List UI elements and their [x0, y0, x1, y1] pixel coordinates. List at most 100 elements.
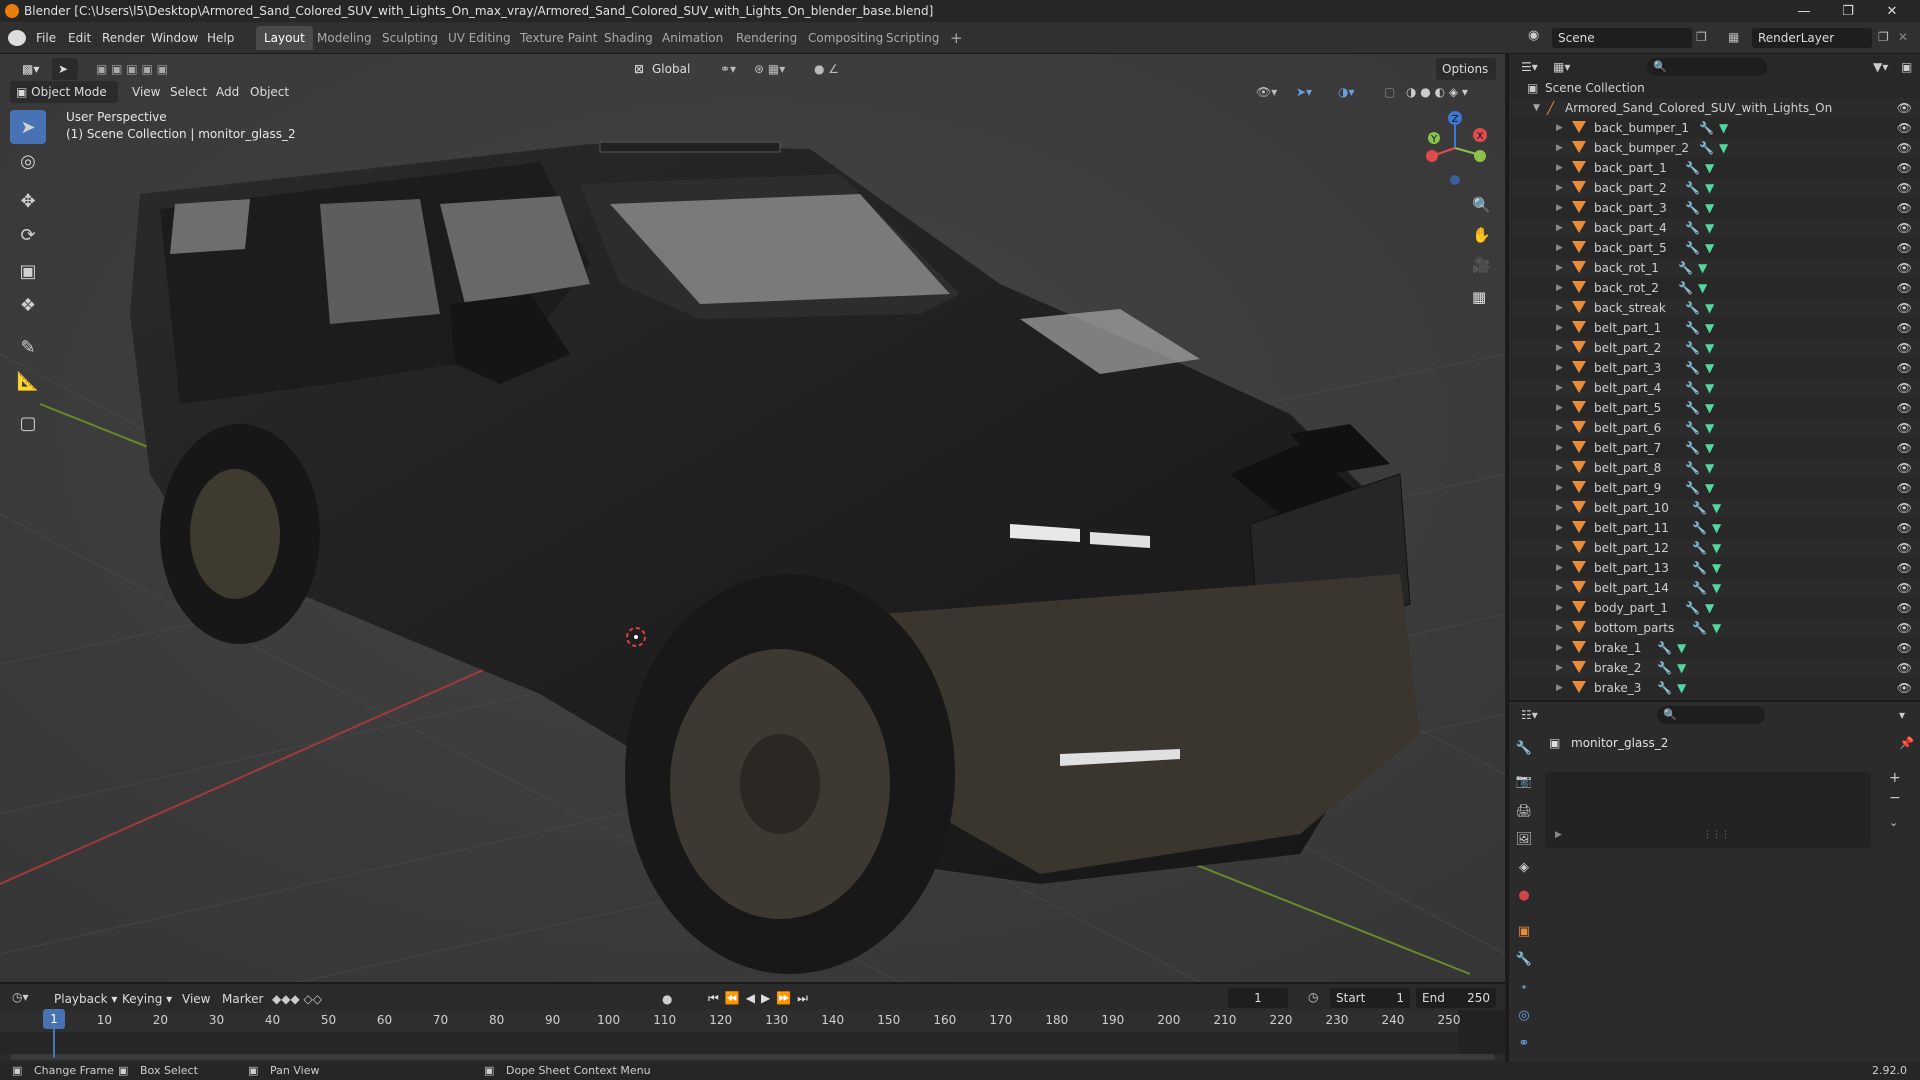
display-mode-icon[interactable]: ▦▾ [1553, 60, 1570, 74]
expand-arrow-icon[interactable]: ▶ [1556, 378, 1563, 398]
modifier-icon[interactable]: 🔧 [1685, 418, 1700, 438]
outliner-row-back-part-5[interactable]: ▶ back_part_5 🔧 ▼ 👁 [1509, 238, 1920, 258]
timeline-menu-keying[interactable]: Keying ▾ [116, 988, 178, 1010]
modifier-icon[interactable]: 🔧 [1685, 358, 1700, 378]
outliner-row-belt-part-3[interactable]: ▶ belt_part_3 🔧 ▼ 👁 [1509, 358, 1920, 378]
add-workspace-icon[interactable]: + [942, 26, 971, 50]
modifier-icon[interactable]: 🔧 [1692, 558, 1707, 578]
cursor-tool-icon[interactable]: ◎ [10, 144, 46, 178]
expand-arrow-icon[interactable]: ▶ [1556, 198, 1563, 218]
visibility-eye-icon[interactable]: 👁 [1897, 658, 1912, 678]
remove-slot-icon[interactable]: − [1889, 790, 1901, 806]
properties-search-input[interactable]: 🔍 [1657, 706, 1765, 724]
visibility-eye-icon[interactable]: 👁 [1897, 198, 1912, 218]
outliner-row-belt-part-2[interactable]: ▶ belt_part_2 🔧 ▼ 👁 [1509, 338, 1920, 358]
visibility-eye-icon[interactable]: 👁 [1897, 578, 1912, 598]
mesh-data-icon[interactable]: ▼ [1705, 598, 1714, 618]
expand-arrow-icon[interactable]: ▶ [1556, 658, 1563, 678]
expand-arrow-icon[interactable]: ▶ [1556, 238, 1563, 258]
remove-layer-icon[interactable]: ✕ [1898, 30, 1908, 44]
camera-view-icon[interactable]: 🎥 [1472, 256, 1491, 274]
expand-arrow-icon[interactable]: ▶ [1556, 278, 1563, 298]
mode-dropdown[interactable]: ▣ Object Mode ▾ [10, 81, 118, 121]
mesh-data-icon[interactable]: ▼ [1705, 398, 1714, 418]
outliner-row-belt-part-9[interactable]: ▶ belt_part_9 🔧 ▼ 👁 [1509, 478, 1920, 498]
mesh-data-icon[interactable]: ▼ [1705, 298, 1714, 318]
mesh-data-icon[interactable]: ▼ [1712, 618, 1721, 638]
visibility-eye-icon[interactable]: 👁 [1897, 458, 1912, 478]
select-tool-icon[interactable]: ➤ [52, 58, 78, 80]
modifier-icon[interactable]: 🔧 [1692, 538, 1707, 558]
outliner-row-belt-part-6[interactable]: ▶ belt_part_6 🔧 ▼ 👁 [1509, 418, 1920, 438]
outliner-row-brake-3[interactable]: ▶ brake_3 🔧 ▼ 👁 [1509, 678, 1920, 698]
tab-scripting[interactable]: Scripting [878, 26, 947, 50]
end-frame-field[interactable]: End 250 [1416, 988, 1496, 1008]
expand-arrow-icon[interactable]: ▶ [1556, 438, 1563, 458]
mesh-data-icon[interactable]: ▼ [1677, 678, 1686, 698]
mesh-data-icon[interactable]: ▼ [1677, 658, 1686, 678]
modifier-icon[interactable]: 🔧 [1692, 618, 1707, 638]
expand-arrow-icon[interactable]: ▶ [1556, 678, 1563, 698]
visibility-eye-icon[interactable]: 👁 [1897, 278, 1912, 298]
visibility-eye-icon[interactable]: 👁 [1897, 478, 1912, 498]
expand-arrow-icon[interactable]: ▶ [1556, 638, 1563, 658]
modifier-icon[interactable]: 🔧 [1685, 318, 1700, 338]
outliner-row-belt-part-1[interactable]: ▶ belt_part_1 🔧 ▼ 👁 [1509, 318, 1920, 338]
render-layer-icon[interactable]: ▦ [1728, 30, 1739, 44]
expand-arrow-icon[interactable]: ▶ [1556, 618, 1563, 638]
annotate-tool-icon[interactable]: ✎ [10, 330, 46, 364]
timeline-menu-marker[interactable]: Marker [216, 988, 269, 1010]
tab-uv-editing[interactable]: UV Editing [440, 26, 519, 50]
outliner-row-belt-part-10[interactable]: ▶ belt_part_10 🔧 ▼ 👁 [1509, 498, 1920, 518]
object-tab-icon[interactable]: ▣ [1513, 920, 1535, 942]
outliner-row-back-bumper-2[interactable]: ▶ back_bumper_2 🔧 ▼ 👁 [1509, 138, 1920, 158]
outliner-row-belt-part-13[interactable]: ▶ belt_part_13 🔧 ▼ 👁 [1509, 558, 1920, 578]
mesh-data-icon[interactable]: ▼ [1677, 638, 1686, 658]
current-frame-field[interactable]: 1 [1228, 988, 1288, 1008]
modifier-icon[interactable]: 🔧 [1685, 298, 1700, 318]
navigation-gizmo[interactable]: Z X Y [1420, 108, 1490, 188]
modifier-icon[interactable]: 🔧 [1685, 238, 1700, 258]
visibility-eye-icon[interactable]: 👁 [1897, 298, 1912, 318]
scale-tool-icon[interactable]: ▣ [10, 254, 46, 288]
outliner-row-brake-1[interactable]: ▶ brake_1 🔧 ▼ 👁 [1509, 638, 1920, 658]
selection-mode-icons[interactable]: ▣ ▣ ▣ ▣ ▣ [90, 58, 184, 80]
render-tab-icon[interactable]: 📷 [1513, 770, 1535, 792]
visibility-eye-icon[interactable]: 👁 [1897, 178, 1912, 198]
expand-arrow-icon[interactable]: ▶ [1556, 138, 1563, 158]
pivot-point-icon[interactable]: ⚭▾ [714, 58, 744, 80]
outliner-scene-collection[interactable]: ▣ Scene Collection [1509, 78, 1920, 98]
menu-edit[interactable]: Edit [62, 28, 97, 48]
viewport-menu-object[interactable]: Object [244, 81, 295, 103]
scene-icon[interactable]: ◉ [1528, 28, 1548, 48]
visibility-eye-icon[interactable]: 👁 [1897, 318, 1912, 338]
modifier-icon[interactable]: 🔧 [1657, 638, 1672, 658]
visibility-eye-icon[interactable]: 👁 [1897, 218, 1912, 238]
blender-menu-icon[interactable] [8, 30, 26, 46]
expand-arrow-icon[interactable]: ▶ [1556, 478, 1563, 498]
outliner-search-input[interactable]: 🔍 [1647, 58, 1767, 76]
duplicate-scene-icon[interactable]: ❐ [1696, 30, 1707, 44]
modifier-icon[interactable]: 🔧 [1685, 478, 1700, 498]
modifier-icon[interactable]: 🔧 [1678, 278, 1693, 298]
modifier-icon[interactable]: 🔧 [1657, 678, 1672, 698]
options-dropdown[interactable]: Options [1436, 58, 1496, 80]
view-layer-tab-icon[interactable]: 🖼 [1513, 828, 1535, 850]
modifier-icon[interactable]: 🔧 [1685, 598, 1700, 618]
expand-arrow-icon[interactable]: ▶ [1556, 578, 1563, 598]
select-box-tool-icon[interactable]: ➤ [10, 110, 46, 144]
outliner-row-back-part-1[interactable]: ▶ back_part_1 🔧 ▼ 👁 [1509, 158, 1920, 178]
minimize-icon[interactable]: — [1782, 0, 1826, 22]
expand-arrow-icon[interactable]: ▶ [1556, 118, 1563, 138]
modifier-icon[interactable]: 🔧 [1685, 198, 1700, 218]
outliner-row-back-rot-1[interactable]: ▶ back_rot_1 🔧 ▼ 👁 [1509, 258, 1920, 278]
keyframe-icons[interactable]: ◆◆◆ ◇◇ [272, 992, 322, 1006]
visibility-eye-icon[interactable]: 👁 [1897, 498, 1912, 518]
mesh-data-icon[interactable]: ▼ [1719, 118, 1728, 138]
xray-icon[interactable]: ▢ [1378, 81, 1401, 103]
modifier-icon[interactable]: 🔧 [1685, 458, 1700, 478]
modifier-icon[interactable]: 🔧 [1685, 398, 1700, 418]
outliner-row-body-part-1[interactable]: ▶ body_part_1 🔧 ▼ 👁 [1509, 598, 1920, 618]
list-resize-handle[interactable]: ⋮⋮⋮ [1703, 830, 1730, 840]
visibility-eye-icon[interactable]: 👁 [1897, 98, 1912, 118]
